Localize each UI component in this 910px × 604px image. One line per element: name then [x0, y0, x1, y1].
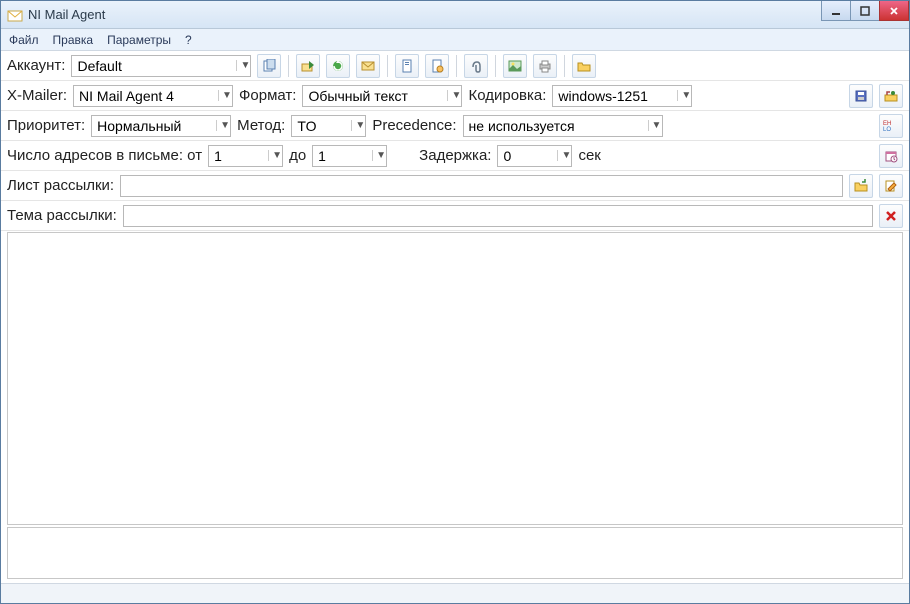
combo-precedence[interactable]: не используется ▼: [463, 115, 663, 137]
row-list: Лист рассылки:: [1, 171, 909, 201]
message-body-area[interactable]: [7, 232, 903, 525]
copy-icon[interactable]: [257, 54, 281, 78]
chevron-down-icon: ▼: [236, 60, 248, 71]
chevron-down-icon: ▼: [677, 90, 689, 101]
row-addresses: Число адресов в письме: от 1 ▼ до 1 ▼ За…: [1, 141, 909, 171]
chevron-down-icon: ▼: [268, 150, 280, 161]
row-xmailer: X-Mailer: NI Mail Agent 4 ▼ Формат: Обыч…: [1, 81, 909, 111]
separator: [564, 55, 565, 77]
label-xmailer: X-Mailer:: [7, 87, 67, 104]
label-account: Аккаунт:: [7, 57, 65, 74]
chevron-down-icon: ▼: [372, 150, 384, 161]
doc1-icon[interactable]: [395, 54, 419, 78]
ehlo-icon[interactable]: EHLO: [879, 114, 903, 138]
menu-help[interactable]: ?: [185, 33, 192, 47]
list-input[interactable]: [120, 175, 843, 197]
doc2-icon[interactable]: [425, 54, 449, 78]
combo-xmailer[interactable]: NI Mail Agent 4 ▼: [73, 85, 233, 107]
app-window: NI Mail Agent Файл Правка Параметры ? Ак…: [0, 0, 910, 604]
combo-xmailer-value: NI Mail Agent 4: [79, 88, 218, 104]
chevron-down-icon: ▼: [218, 90, 230, 101]
label-addr-count: Число адресов в письме: от: [7, 147, 202, 164]
combo-priority[interactable]: Нормальный ▼: [91, 115, 231, 137]
open-list-icon[interactable]: [849, 174, 873, 198]
label-sec: сек: [578, 147, 600, 164]
clear-subject-icon[interactable]: [879, 204, 903, 228]
row-subject: Тема рассылки:: [1, 201, 909, 231]
label-to: до: [289, 147, 306, 164]
footer-area[interactable]: [7, 527, 903, 579]
combo-account-value: Default: [77, 58, 236, 74]
window-title: NI Mail Agent: [28, 7, 105, 22]
chevron-down-icon: ▼: [447, 90, 459, 101]
chevron-down-icon: ▼: [351, 120, 363, 131]
mail-icon[interactable]: [356, 54, 380, 78]
window-controls: [822, 1, 909, 21]
separator: [387, 55, 388, 77]
combo-encoding[interactable]: windows-1251 ▼: [552, 85, 692, 107]
menu-file[interactable]: Файл: [9, 33, 39, 47]
maximize-button[interactable]: [850, 1, 880, 21]
combo-priority-value: Нормальный: [97, 118, 216, 134]
chevron-down-icon: ▼: [648, 120, 660, 131]
label-delay: Задержка:: [419, 147, 491, 164]
separator: [495, 55, 496, 77]
separator: [456, 55, 457, 77]
addr-to-value: 1: [318, 148, 372, 164]
attach-icon[interactable]: [464, 54, 488, 78]
chevron-down-icon: ▼: [216, 120, 228, 131]
statusbar: [1, 583, 909, 603]
row-account: Аккаунт: Default ▼: [1, 51, 909, 81]
separator: [288, 55, 289, 77]
pic-icon[interactable]: [503, 54, 527, 78]
tools-icon[interactable]: [879, 84, 903, 108]
combo-format[interactable]: Обычный текст ▼: [302, 85, 462, 107]
label-priority: Приоритет:: [7, 117, 85, 134]
app-icon: [7, 7, 23, 23]
out-icon[interactable]: [296, 54, 320, 78]
combo-method[interactable]: TO ▼: [291, 115, 366, 137]
combo-addr-to[interactable]: 1 ▼: [312, 145, 387, 167]
minimize-button[interactable]: [821, 1, 851, 21]
combo-account[interactable]: Default ▼: [71, 55, 251, 77]
addr-from-value: 1: [214, 148, 268, 164]
combo-method-value: TO: [297, 118, 351, 134]
combo-format-value: Обычный текст: [308, 88, 447, 104]
print-icon[interactable]: [533, 54, 557, 78]
menubar: Файл Правка Параметры ?: [1, 29, 909, 51]
chevron-down-icon: ▼: [557, 150, 569, 161]
edit-list-icon[interactable]: [879, 174, 903, 198]
combo-delay[interactable]: 0 ▼: [497, 145, 572, 167]
menu-edit[interactable]: Правка: [53, 33, 94, 47]
delay-value: 0: [503, 148, 557, 164]
schedule-icon[interactable]: [879, 144, 903, 168]
label-subject: Тема рассылки:: [7, 207, 117, 224]
row-priority: Приоритет: Нормальный ▼ Метод: TO ▼ Prec…: [1, 111, 909, 141]
subject-input[interactable]: [123, 205, 873, 227]
label-encoding: Кодировка:: [468, 87, 546, 104]
label-precedence: Precedence:: [372, 117, 456, 134]
menu-params[interactable]: Параметры: [107, 33, 171, 47]
close-button[interactable]: [879, 1, 909, 21]
save-icon[interactable]: [849, 84, 873, 108]
svg-text:LO: LO: [883, 127, 891, 133]
label-method: Метод:: [237, 117, 285, 134]
combo-addr-from[interactable]: 1 ▼: [208, 145, 283, 167]
titlebar: NI Mail Agent: [1, 1, 909, 29]
folder-icon[interactable]: [572, 54, 596, 78]
combo-precedence-value: не используется: [469, 118, 648, 134]
combo-encoding-value: windows-1251: [558, 88, 677, 104]
label-format: Формат:: [239, 87, 296, 104]
label-list: Лист рассылки:: [7, 177, 114, 194]
refresh-icon[interactable]: [326, 54, 350, 78]
